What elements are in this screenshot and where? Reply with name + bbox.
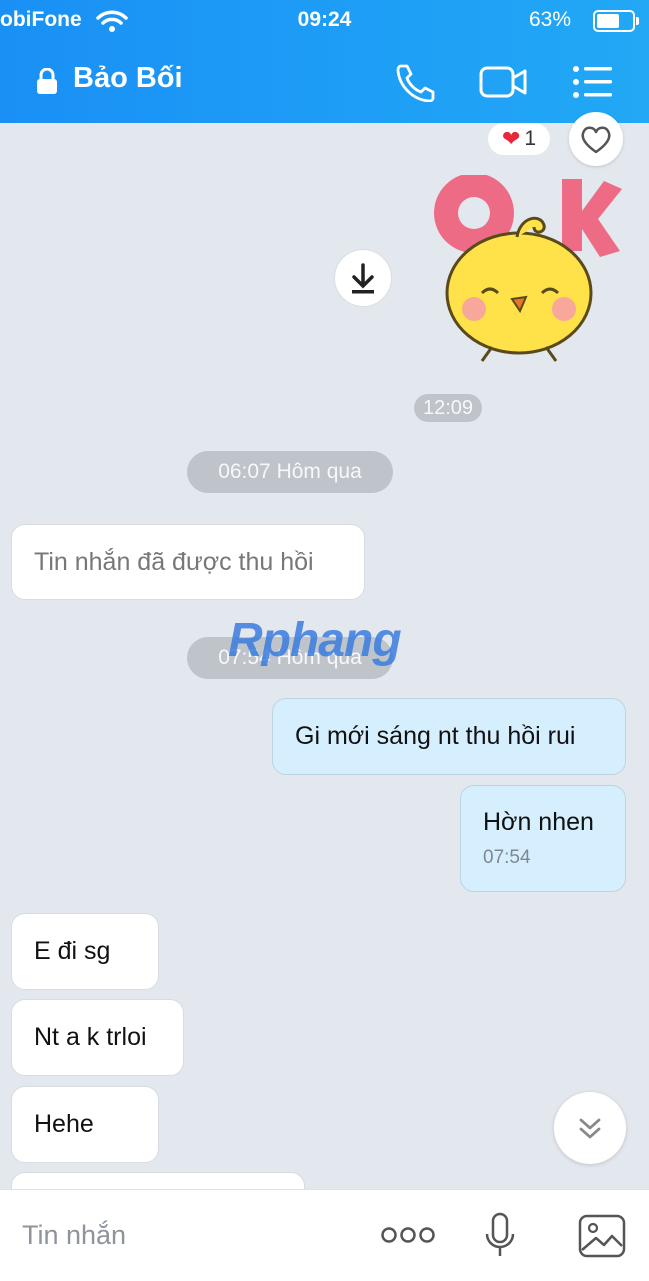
lock-icon (37, 68, 57, 94)
reaction-badge[interactable]: ❤ 1 (488, 123, 550, 155)
message-list[interactable]: OK 12:09 06:07 Hôm qua Tin nhắn đã được … (0, 123, 649, 1189)
battery-percent: 63% (528, 8, 571, 31)
sticker-time: 12:09 (414, 394, 482, 422)
download-button[interactable] (334, 249, 392, 307)
message-text: Hehe (34, 1110, 94, 1138)
chat-header: obiFone 09:24 63% Bảo Bối (0, 0, 649, 123)
date-divider: 06:07 Hôm qua (187, 451, 393, 493)
download-icon (352, 263, 374, 294)
double-chevron-down-icon (579, 1118, 601, 1139)
phone-call-icon[interactable] (393, 62, 437, 102)
image-gallery-icon[interactable] (578, 1214, 626, 1258)
message-text: Tin nhắn đã được thu hồi (34, 547, 314, 576)
menu-list-icon[interactable] (572, 62, 614, 102)
status-bar: obiFone 09:24 63% (0, 6, 649, 34)
video-call-icon[interactable] (478, 62, 528, 102)
message-text: Gi mới sáng nt thu hồi rui (295, 722, 576, 750)
scroll-to-bottom-button[interactable] (554, 1092, 626, 1164)
reaction-count: 1 (524, 127, 537, 150)
outgoing-message[interactable]: Hờn nhen 07:54 (460, 785, 626, 892)
incoming-message[interactable]: E đi sg (11, 913, 159, 990)
more-options-icon[interactable] (381, 1226, 435, 1244)
message-text: Hờn nhen (483, 808, 594, 836)
microphone-icon[interactable] (484, 1212, 516, 1260)
ok-sticker[interactable] (422, 175, 627, 370)
incoming-message-partial[interactable] (11, 1172, 305, 1189)
incoming-message[interactable]: Hehe (11, 1086, 159, 1163)
recalled-message[interactable]: Tin nhắn đã được thu hồi (11, 524, 365, 600)
message-text: E đi sg (34, 937, 111, 965)
heart-outline-icon (581, 126, 611, 154)
watermark-logo: Rphang (228, 614, 402, 667)
heart-reaction-icon: ❤ (501, 126, 521, 151)
message-time: 07:54 (483, 847, 531, 868)
react-button[interactable] (569, 112, 623, 166)
battery-icon (593, 10, 639, 32)
message-composer: Tin nhắn (0, 1189, 649, 1281)
message-input[interactable]: Tin nhắn (22, 1220, 126, 1251)
incoming-message[interactable]: Nt a k trloi (11, 999, 184, 1076)
message-text: Nt a k trloi (34, 1023, 147, 1051)
conversation-title[interactable]: Bảo Bối (73, 62, 183, 95)
outgoing-message[interactable]: Gi mới sáng nt thu hồi rui (272, 698, 626, 775)
